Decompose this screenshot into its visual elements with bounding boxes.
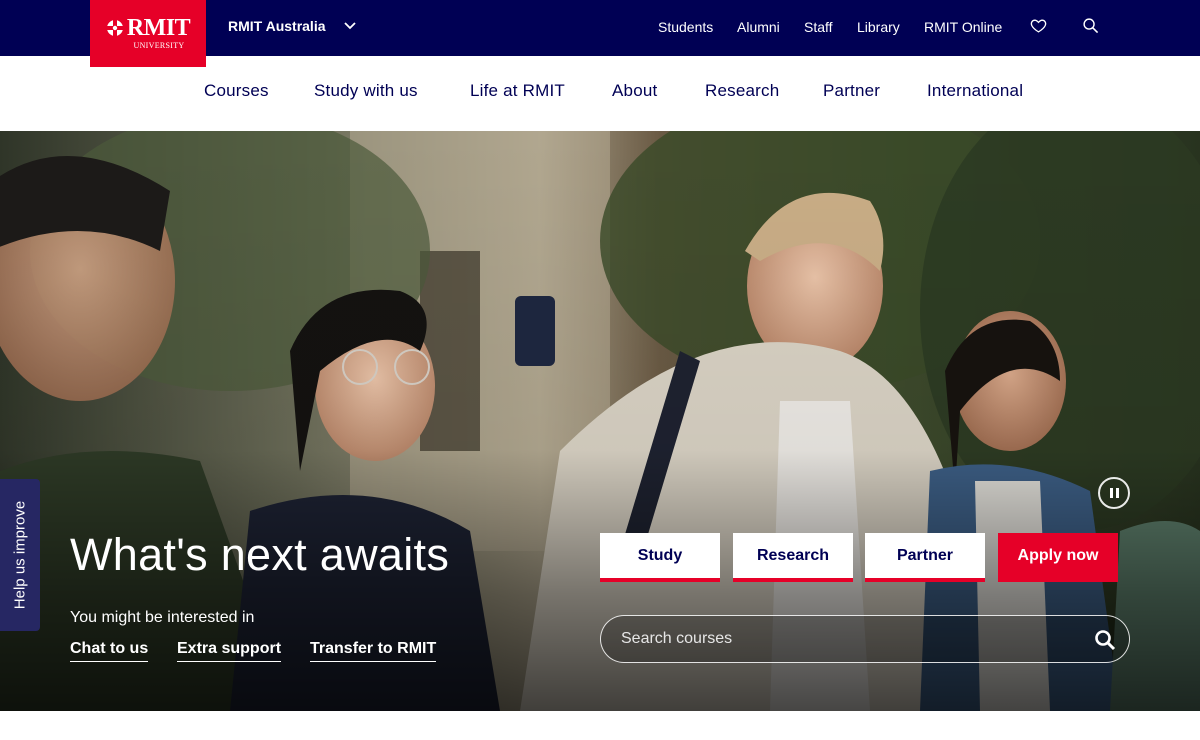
utility-link-alumni[interactable]: Alumni (737, 19, 780, 35)
region-selector[interactable]: RMIT Australia (228, 18, 356, 34)
feedback-tab-label: Help us improve (11, 500, 29, 610)
nav-item-research[interactable]: Research (705, 81, 779, 101)
partner-button[interactable]: Partner (865, 533, 985, 582)
main-nav: Courses Study with us Life at RMIT About… (0, 56, 1200, 131)
quick-link-chat[interactable]: Chat to us (70, 640, 149, 662)
logo-mark-icon (106, 19, 123, 36)
pause-video-button[interactable] (1098, 477, 1130, 509)
utility-link-students[interactable]: Students (658, 19, 713, 35)
course-search (600, 615, 1130, 663)
utility-link-rmit-online[interactable]: RMIT Online (924, 19, 1002, 35)
chevron-down-icon (343, 22, 356, 30)
study-button[interactable]: Study (600, 533, 720, 582)
quick-link-transfer[interactable]: Transfer to RMIT (310, 640, 437, 662)
nav-item-about[interactable]: About (612, 81, 657, 101)
nav-item-study-with-us[interactable]: Study with us (314, 81, 418, 101)
region-label: RMIT Australia (228, 18, 326, 34)
nav-item-international[interactable]: International (927, 81, 1023, 101)
utility-link-staff[interactable]: Staff (804, 19, 833, 35)
heart-icon[interactable] (1030, 17, 1047, 34)
pause-bar-left (1109, 488, 1113, 498)
utility-bar: RMIT UNIVERSITY RMIT Australia Students … (0, 0, 1200, 67)
feedback-tab[interactable]: Help us improve (0, 479, 40, 631)
search-submit-icon[interactable] (1093, 628, 1117, 652)
pause-bar-right (1115, 488, 1119, 498)
research-button[interactable]: Research (733, 533, 853, 582)
logo-subtext: UNIVERSITY (133, 40, 185, 50)
nav-item-partner[interactable]: Partner (823, 81, 880, 101)
utility-link-library[interactable]: Library (857, 19, 900, 35)
hero-headline: What's next awaits (70, 529, 450, 580)
logo-row: RMIT (106, 14, 191, 41)
nav-item-courses[interactable]: Courses (204, 81, 269, 101)
logo-wordmark: RMIT (126, 14, 191, 41)
apply-now-button[interactable]: Apply now (998, 533, 1118, 582)
interest-label: You might be interested in (70, 609, 255, 626)
search-icon[interactable] (1082, 17, 1099, 34)
nav-item-life-at-rmit[interactable]: Life at RMIT (470, 81, 565, 101)
search-courses-input[interactable] (621, 616, 1081, 662)
rmit-logo[interactable]: RMIT UNIVERSITY (90, 0, 206, 67)
quick-link-extra-support[interactable]: Extra support (177, 640, 282, 662)
hero-section: What's next awaits You might be interest… (0, 131, 1200, 711)
